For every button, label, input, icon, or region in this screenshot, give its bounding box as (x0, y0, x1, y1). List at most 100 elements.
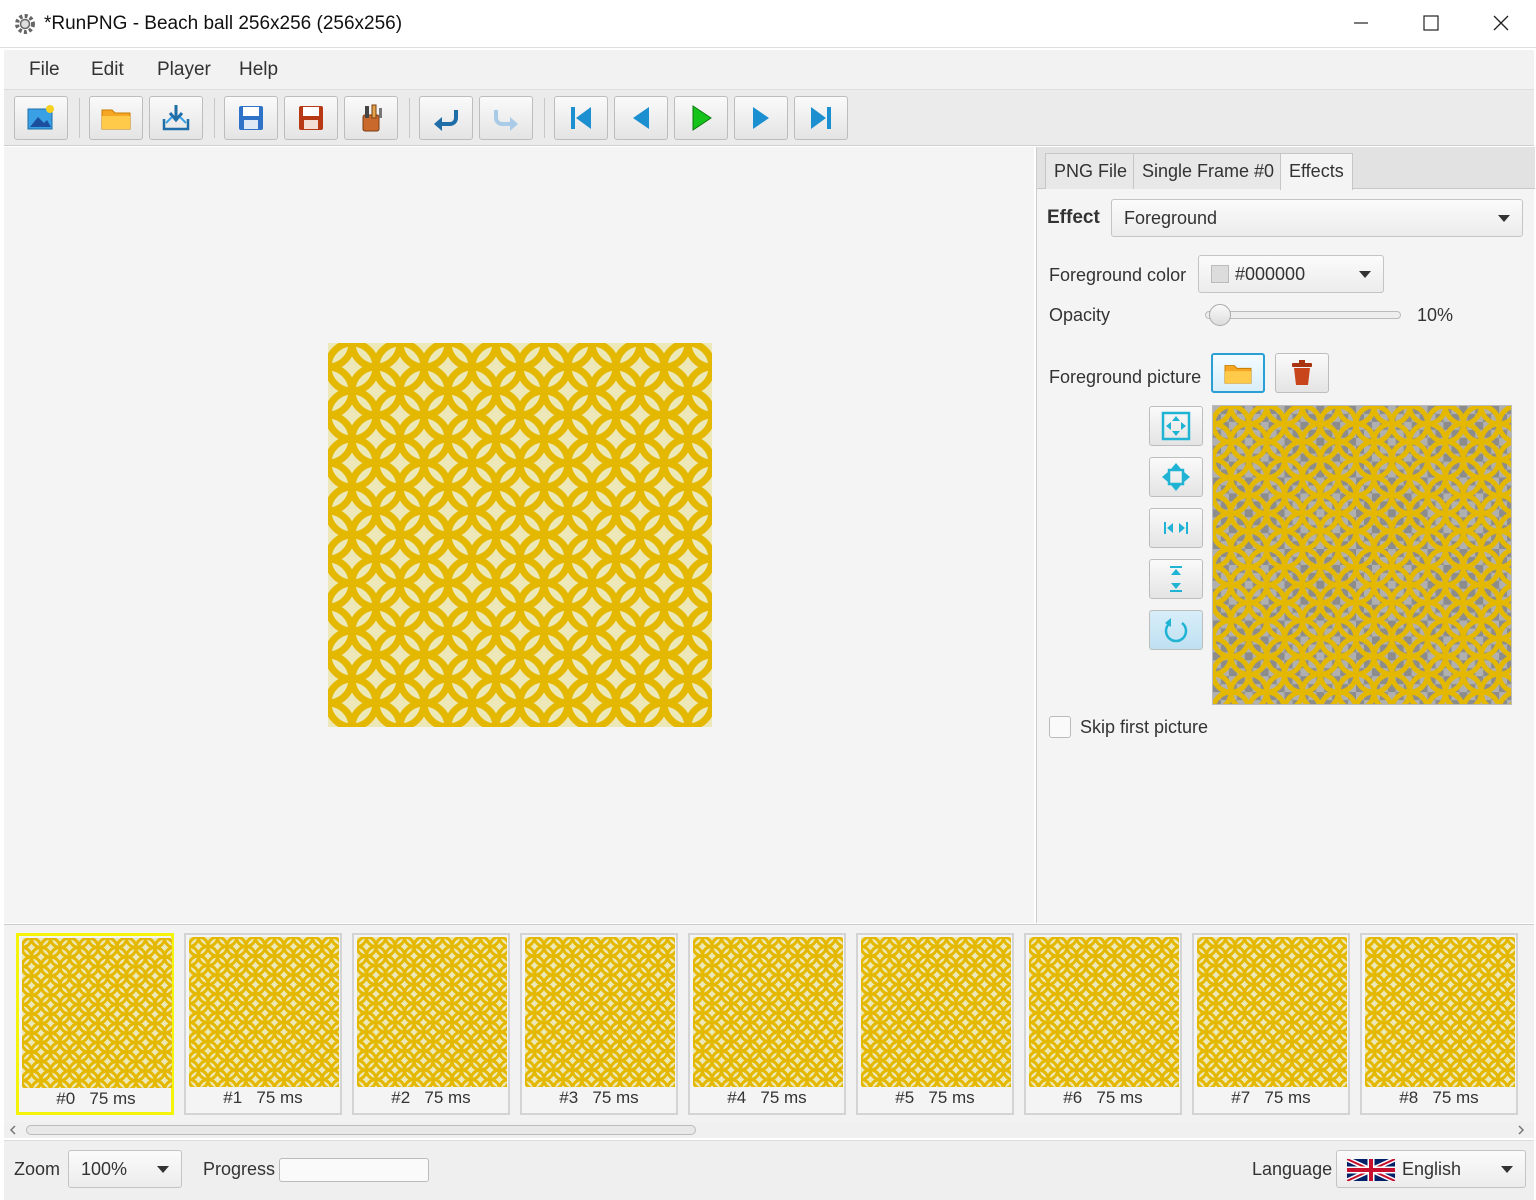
preview-canvas (4, 147, 1034, 923)
open-picture-button[interactable] (1211, 353, 1265, 393)
move-icon (1162, 463, 1190, 491)
scroll-right-icon[interactable] (1516, 1125, 1526, 1135)
scrollbar-thumb[interactable] (26, 1125, 696, 1135)
tab-single-frame[interactable]: Single Frame #0 (1133, 153, 1284, 189)
menu-player[interactable]: Player (157, 59, 211, 81)
zoom-select[interactable]: 100% (68, 1150, 182, 1188)
frame-duration: 75 ms (1096, 1088, 1143, 1107)
frame-thumbnail[interactable]: #5 75 ms (856, 933, 1014, 1115)
frame-image (22, 938, 172, 1088)
last-frame-icon (811, 107, 831, 129)
last-frame-button[interactable] (794, 96, 848, 140)
frame-strip-scrollbar[interactable] (4, 1122, 1534, 1138)
frame-thumbnail[interactable]: #2 75 ms (352, 933, 510, 1115)
window-title: *RunPNG - Beach ball 256x256 (256x256) (44, 13, 403, 34)
minimize-button[interactable] (1326, 0, 1396, 46)
rotate-button[interactable] (1149, 610, 1203, 650)
close-icon (1493, 15, 1509, 31)
chevron-down-icon (1498, 215, 1510, 222)
language-label: Language (1252, 1159, 1333, 1179)
skip-first-checkbox[interactable] (1049, 716, 1071, 738)
previous-frame-button[interactable] (614, 96, 668, 140)
frame-thumbnail[interactable]: #4 75 ms (688, 933, 846, 1115)
frame-duration: 75 ms (1264, 1088, 1311, 1107)
save-as-button[interactable] (284, 96, 338, 140)
save-as-icon (299, 106, 323, 130)
progress-label: Progress (203, 1159, 276, 1179)
frame-duration: 75 ms (928, 1088, 975, 1107)
chevron-down-icon (157, 1166, 169, 1173)
menu-edit[interactable]: Edit (91, 59, 124, 81)
effect-select[interactable]: Foreground (1111, 199, 1523, 237)
first-frame-icon (571, 107, 591, 129)
menu-bar: File Edit Player Help (4, 50, 1534, 90)
frame-image (1365, 937, 1515, 1087)
undo-button[interactable] (419, 96, 473, 140)
next-frame-button[interactable] (734, 96, 788, 140)
tab-png-file[interactable]: PNG File (1045, 153, 1137, 189)
frame-caption: #7 75 ms (1194, 1088, 1348, 1108)
first-frame-button[interactable] (554, 96, 608, 140)
frame-label: #8 (1399, 1088, 1419, 1107)
rotate-icon (1164, 618, 1188, 643)
menu-help[interactable]: Help (239, 59, 278, 81)
language-select[interactable]: English (1336, 1150, 1526, 1188)
fit-icon (1161, 411, 1191, 441)
scroll-left-icon[interactable] (8, 1125, 18, 1135)
foreground-color-label: Foreground color (1049, 265, 1187, 285)
tools-button[interactable] (344, 96, 398, 140)
frame-thumbnail[interactable]: #0 75 ms (16, 933, 174, 1115)
frame-label: #0 (56, 1089, 76, 1108)
opacity-slider-thumb[interactable] (1209, 304, 1231, 326)
tab-effects[interactable]: Effects (1280, 153, 1353, 190)
language-value: English (1402, 1159, 1462, 1179)
new-image-button[interactable] (14, 96, 68, 140)
undo-icon (434, 110, 458, 131)
frame-thumbnail[interactable]: #8 75 ms (1360, 933, 1518, 1115)
import-icon (162, 105, 190, 131)
redo-icon (494, 110, 518, 131)
maximize-button[interactable] (1396, 0, 1466, 46)
opacity-slider-track[interactable] (1205, 311, 1401, 319)
tab-bar: PNG File Single Frame #0 Effects (1037, 147, 1535, 190)
frame-duration: 75 ms (256, 1088, 303, 1107)
stretch-horizontal-button[interactable] (1149, 508, 1203, 548)
frame-image (1029, 937, 1179, 1087)
new-image-icon (27, 105, 54, 130)
frame-caption: #3 75 ms (522, 1088, 676, 1108)
minimize-icon (1354, 22, 1368, 24)
import-button[interactable] (149, 96, 203, 140)
frame-thumbnail[interactable]: #3 75 ms (520, 933, 678, 1115)
frame-thumbnail[interactable]: #1 75 ms (184, 933, 342, 1115)
frame-label: #7 (1231, 1088, 1251, 1107)
gear-icon (15, 14, 35, 34)
save-button[interactable] (224, 96, 278, 140)
previous-frame-icon (633, 107, 649, 129)
save-icon (239, 106, 263, 130)
uk-flag-icon (1347, 1159, 1395, 1181)
frame-caption: #2 75 ms (354, 1088, 508, 1108)
tools-icon (362, 104, 382, 132)
open-button[interactable] (89, 96, 143, 140)
frame-duration: 75 ms (424, 1088, 471, 1107)
frame-caption: #6 75 ms (1026, 1088, 1180, 1108)
stretch-vertical-button[interactable] (1149, 559, 1203, 599)
move-button[interactable] (1149, 457, 1203, 497)
frame-thumbnail[interactable]: #6 75 ms (1024, 933, 1182, 1115)
foreground-color-picker[interactable]: #000000 (1198, 255, 1384, 293)
play-button[interactable] (674, 96, 728, 140)
title-bar: *RunPNG - Beach ball 256x256 (256x256) (0, 0, 1536, 48)
frame-thumbnail[interactable]: #7 75 ms (1192, 933, 1350, 1115)
frame-duration: 75 ms (592, 1088, 639, 1107)
color-swatch (1211, 265, 1229, 283)
frame-duration: 75 ms (89, 1089, 136, 1108)
frame-image (693, 937, 843, 1087)
delete-picture-button[interactable] (1275, 353, 1329, 393)
redo-button[interactable] (479, 96, 533, 140)
skip-first-label: Skip first picture (1080, 717, 1209, 737)
close-button[interactable] (1466, 0, 1536, 46)
frame-label: #2 (391, 1088, 411, 1107)
chevron-down-icon (1359, 271, 1371, 278)
menu-file[interactable]: File (29, 59, 60, 81)
fit-button[interactable] (1149, 406, 1203, 446)
